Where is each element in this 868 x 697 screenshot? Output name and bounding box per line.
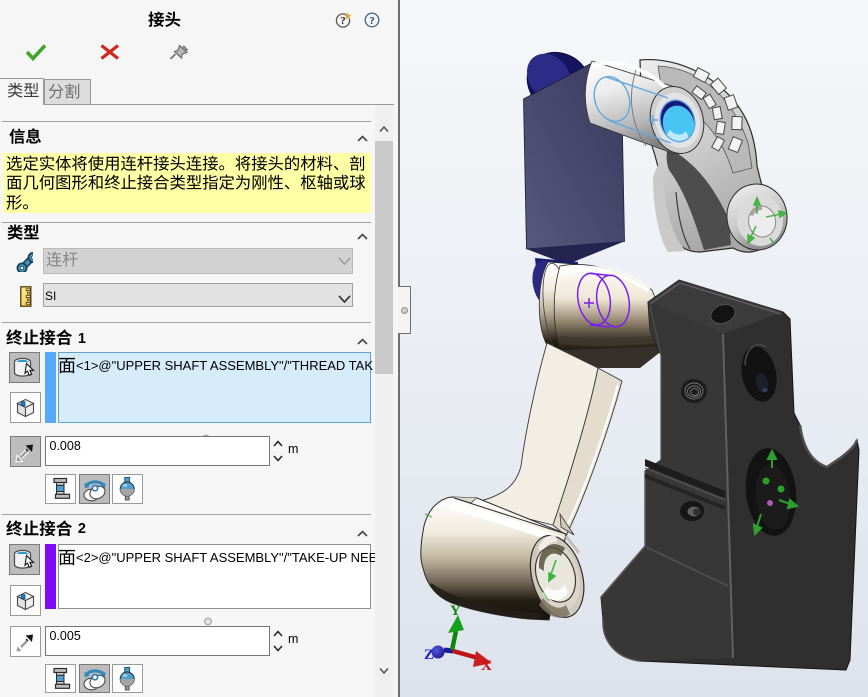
svg-text:Z: Z [424,647,434,663]
svg-text:?: ? [340,16,345,27]
svg-text:?: ? [369,16,374,27]
svg-text:X: X [481,658,492,674]
svg-text:Y: Y [450,603,461,619]
